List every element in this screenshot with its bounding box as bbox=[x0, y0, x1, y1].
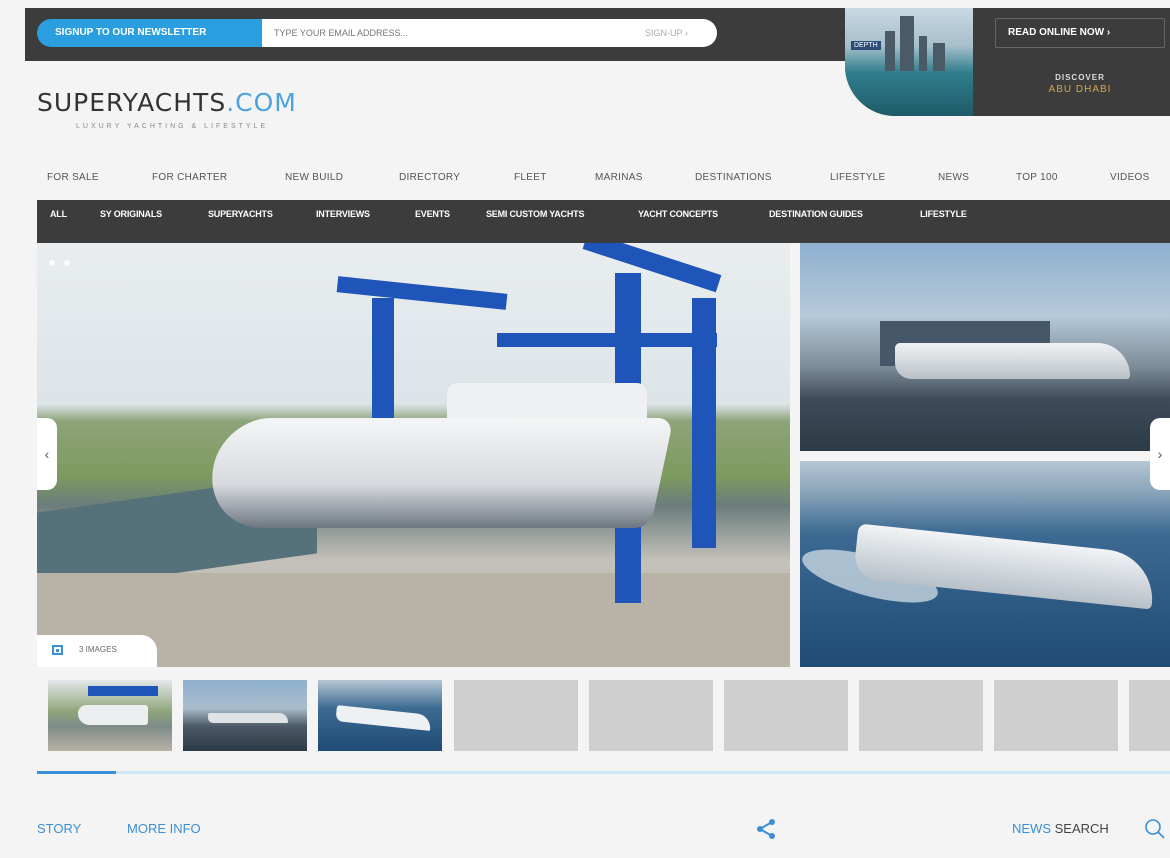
subnav-destination-guides[interactable]: DESTINATION GUIDES bbox=[769, 209, 863, 219]
news-label: NEWS bbox=[1012, 821, 1051, 836]
gallery-icon bbox=[52, 645, 63, 655]
search-label: SEARCH bbox=[1054, 821, 1109, 836]
sub-nav: ALL SY ORIGINALS SUPERYACHTS INTERVIEWS … bbox=[37, 200, 1170, 243]
thumbnail-placeholder bbox=[589, 680, 713, 751]
site-logo[interactable]: SUPERYACHTS.COM bbox=[37, 88, 297, 117]
read-online-button[interactable]: READ ONLINE NOW › bbox=[995, 18, 1165, 48]
image-count-label: 3 IMAGES bbox=[79, 645, 117, 654]
gallery-dots bbox=[49, 253, 79, 271]
site-tagline: LUXURY YACHTING & LIFESTYLE bbox=[76, 123, 269, 130]
image-count-badge: 3 IMAGES bbox=[37, 635, 157, 667]
subnav-events[interactable]: EVENTS bbox=[415, 209, 450, 219]
ad-image: DEPTH bbox=[845, 8, 973, 116]
nav-new-build[interactable]: NEW BUILD bbox=[285, 172, 343, 183]
ad-logo: DEPTH bbox=[851, 41, 881, 50]
progress-fill bbox=[37, 771, 117, 774]
thumbnail-1[interactable] bbox=[48, 680, 172, 751]
subnav-semi-custom-yachts[interactable]: SEMI CUSTOM YACHTS bbox=[486, 209, 584, 219]
thumbnail-2[interactable] bbox=[183, 680, 307, 751]
thumbnail-placeholder bbox=[994, 680, 1118, 751]
nav-for-sale[interactable]: FOR SALE bbox=[47, 172, 99, 183]
ad-discover-label: DISCOVER bbox=[1055, 73, 1105, 82]
nav-marinas[interactable]: MARINAS bbox=[595, 172, 643, 183]
main-nav: FOR SALE FOR CHARTER NEW BUILD DIRECTORY… bbox=[37, 172, 1170, 186]
news-search-link[interactable]: NEWS SEARCH bbox=[1012, 821, 1109, 836]
newsletter-signup-button[interactable]: SIGN-UP › bbox=[645, 19, 688, 47]
logo-dotcom: .COM bbox=[226, 88, 297, 117]
newsletter-tag: SIGNUP TO OUR NEWSLETTER bbox=[37, 19, 276, 47]
tab-story[interactable]: STORY bbox=[37, 821, 81, 836]
search-icon[interactable] bbox=[1144, 818, 1166, 845]
subnav-superyachts[interactable]: SUPERYACHTS bbox=[208, 209, 273, 219]
gallery-next-button[interactable]: › bbox=[1150, 418, 1170, 490]
share-icon[interactable] bbox=[755, 818, 777, 845]
nav-news[interactable]: NEWS bbox=[938, 172, 969, 183]
gallery-progress-bar bbox=[37, 771, 1170, 774]
ad-place-label: ABU DHABI bbox=[1048, 84, 1112, 95]
nav-destinations[interactable]: DESTINATIONS bbox=[695, 172, 772, 183]
gallery-main-image[interactable] bbox=[37, 243, 790, 667]
tab-more-info[interactable]: MORE INFO bbox=[127, 821, 201, 836]
thumbnail-placeholder bbox=[724, 680, 848, 751]
logo-name: SUPERYACHTS bbox=[37, 88, 227, 117]
nav-top-100[interactable]: TOP 100 bbox=[1016, 172, 1058, 183]
subnav-lifestyle[interactable]: LIFESTYLE bbox=[920, 209, 967, 219]
ad-banner[interactable]: DEPTH READ ONLINE NOW › DISCOVER ABU DHA… bbox=[845, 8, 1170, 116]
gallery-prev-button[interactable]: ‹ bbox=[37, 418, 57, 490]
gallery-side-image-2[interactable] bbox=[800, 461, 1170, 667]
nav-for-charter[interactable]: FOR CHARTER bbox=[152, 172, 227, 183]
thumbnail-placeholder bbox=[1129, 680, 1170, 751]
subnav-yacht-concepts[interactable]: YACHT CONCEPTS bbox=[638, 209, 718, 219]
gallery-side-image-1[interactable] bbox=[800, 243, 1170, 451]
article-tabs-bar: STORY MORE INFO NEWS SEARCH bbox=[37, 818, 1170, 840]
subnav-sy-originals[interactable]: SY ORIGINALS bbox=[100, 209, 162, 219]
thumbnail-strip bbox=[48, 680, 1170, 752]
thumbnail-3[interactable] bbox=[318, 680, 442, 751]
subnav-interviews[interactable]: INTERVIEWS bbox=[316, 209, 370, 219]
subnav-all[interactable]: ALL bbox=[50, 209, 67, 219]
nav-directory[interactable]: DIRECTORY bbox=[399, 172, 460, 183]
nav-fleet[interactable]: FLEET bbox=[514, 172, 547, 183]
thumbnail-placeholder bbox=[859, 680, 983, 751]
nav-lifestyle[interactable]: LIFESTYLE bbox=[830, 172, 886, 183]
thumbnail-placeholder bbox=[454, 680, 578, 751]
nav-videos[interactable]: VIDEOS bbox=[1110, 172, 1150, 183]
ad-discover: DISCOVER ABU DHABI bbox=[1005, 73, 1155, 95]
